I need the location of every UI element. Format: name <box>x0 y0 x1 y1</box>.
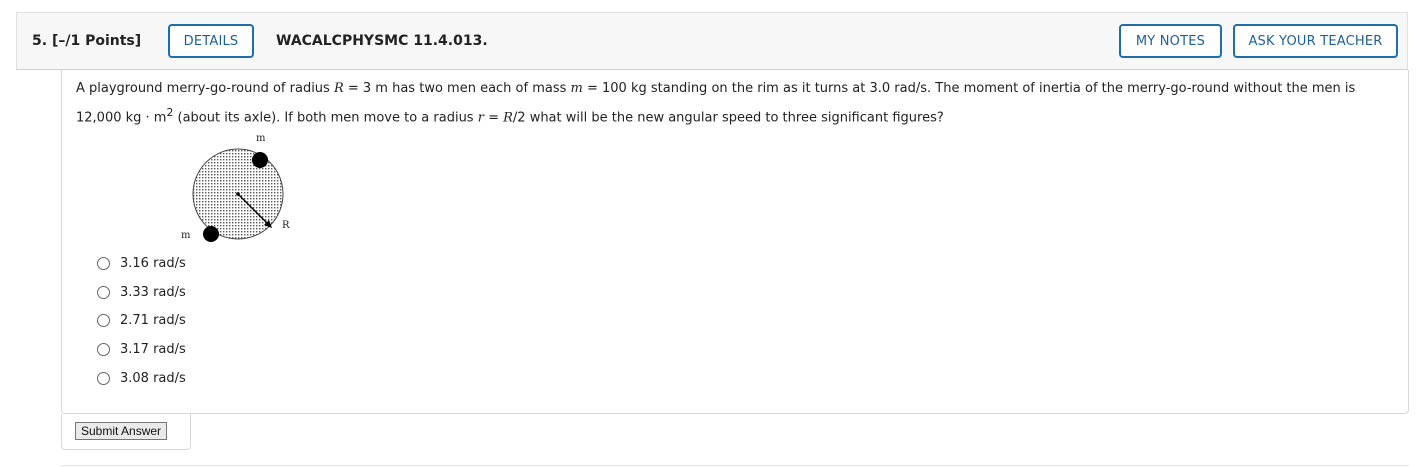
choice-2[interactable]: 3.33 rad/s <box>97 278 186 307</box>
radio-button[interactable] <box>97 256 110 270</box>
choice-label: 3.33 rad/s <box>120 284 186 300</box>
man-top <box>252 152 268 168</box>
radio-button[interactable] <box>97 285 110 299</box>
choice-label: 3.16 rad/s <box>120 255 186 271</box>
choice-3[interactable]: 2.71 rad/s <box>97 307 186 336</box>
label-m-top: m <box>256 133 266 144</box>
radio-button[interactable] <box>97 314 110 328</box>
question-prompt: A playground merry-go-round of radius R … <box>76 81 1356 126</box>
choice-1[interactable]: 3.16 rad/s <box>97 249 186 278</box>
choice-label: 3.17 rad/s <box>120 342 186 358</box>
radio-button[interactable] <box>97 372 110 386</box>
label-m-bottom: m <box>181 230 191 241</box>
choice-label: 3.08 rad/s <box>120 371 186 387</box>
submit-answer-button[interactable]: Submit Answer <box>75 422 168 440</box>
choice-5[interactable]: 3.08 rad/s <box>97 364 186 393</box>
my-notes-button[interactable]: MY NOTES <box>1119 24 1222 58</box>
question-code: WACALCPHYSMC 11.4.013. <box>276 33 488 49</box>
choice-label: 2.71 rad/s <box>120 313 186 329</box>
merry-go-round-figure: m m R <box>181 133 290 242</box>
ask-teacher-button[interactable]: ASK YOUR TEACHER <box>1233 24 1398 58</box>
man-bottom <box>203 226 219 242</box>
choice-4[interactable]: 3.17 rad/s <box>97 335 186 364</box>
question-header: 5. [–/1 Points] DETAILS WACALCPHYSMC 11.… <box>16 12 1408 70</box>
question-number: 5. [–/1 Points] <box>32 33 142 49</box>
details-button[interactable]: DETAILS <box>168 24 254 58</box>
radio-button[interactable] <box>97 343 110 357</box>
answer-choices: 3.16 rad/s 3.33 rad/s 2.71 rad/s 3.17 ra… <box>97 249 186 393</box>
divider <box>61 465 1409 466</box>
label-R: R <box>282 220 290 231</box>
